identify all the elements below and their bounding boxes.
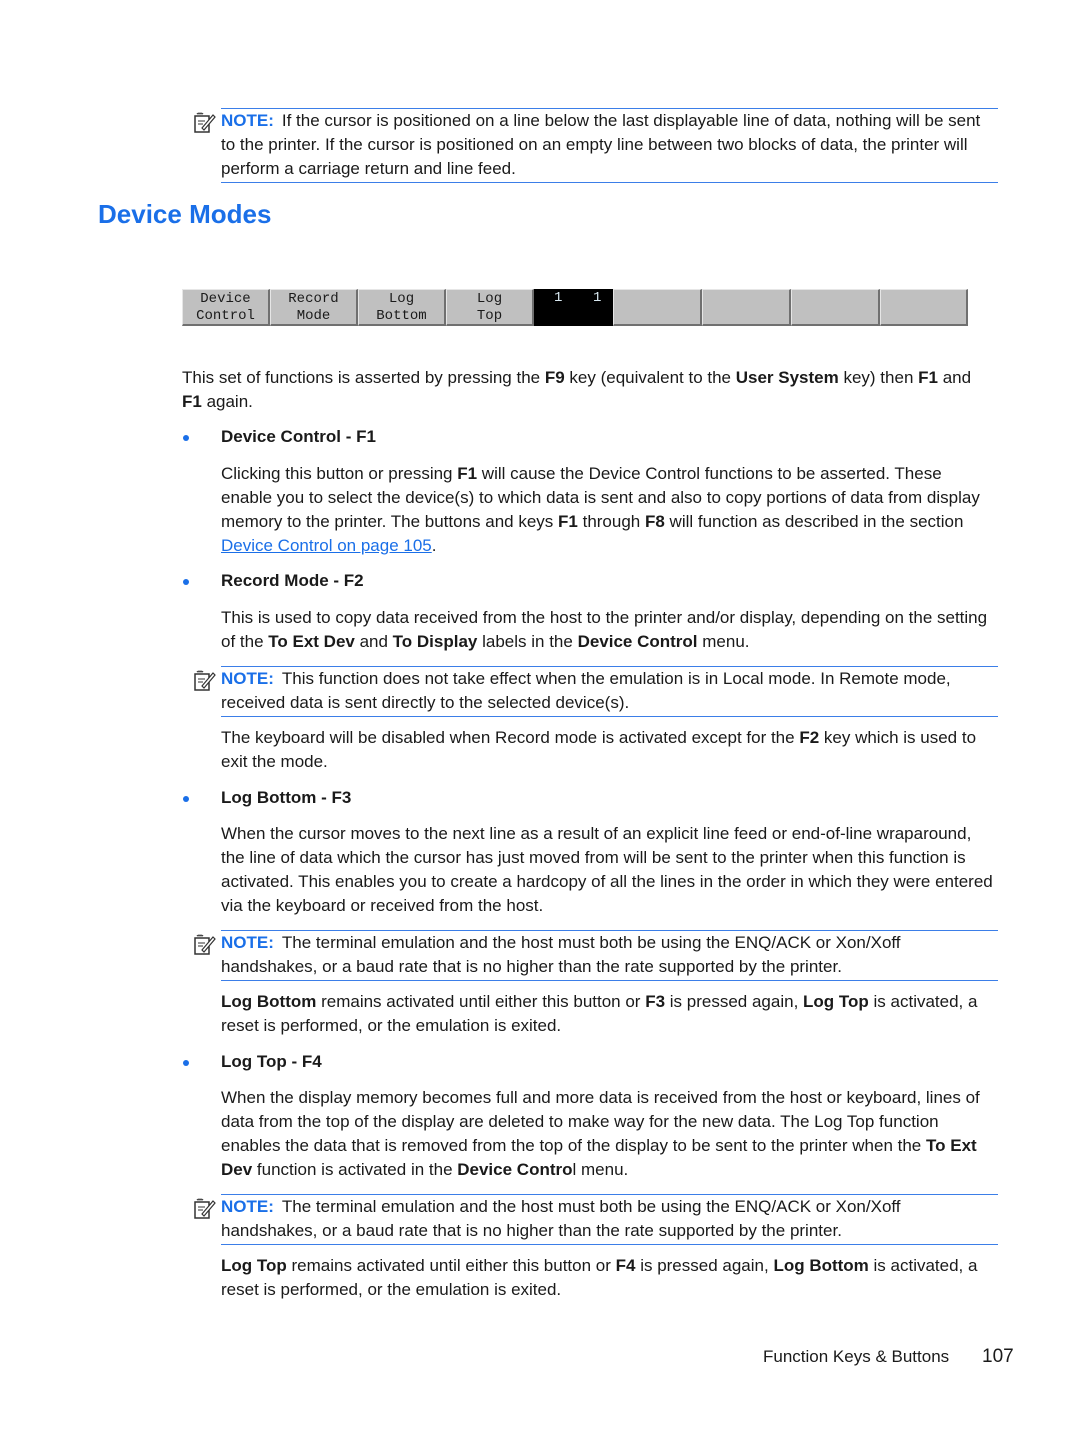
text: will function as described in the sectio… <box>664 512 964 531</box>
fkey-label-line2: Bottom <box>376 308 427 324</box>
bullet-title: Record Mode - F2 <box>221 571 364 590</box>
log-bottom-remains-paragraph: Log Bottom remains activated until eithe… <box>221 990 981 1038</box>
key-f3: F3 <box>645 992 666 1011</box>
fkey-empty-5[interactable] <box>613 289 702 326</box>
text: is pressed again, <box>635 1256 774 1275</box>
bullet-title: Device Control - F1 <box>221 427 376 446</box>
log-top-remains-paragraph: Log Top remains activated until either t… <box>221 1254 981 1302</box>
key-f9: F9 <box>544 368 565 387</box>
note-text: The terminal emulation and the host must… <box>221 933 901 976</box>
fkey-label-line1: Device <box>200 291 251 307</box>
device-control-paragraph: Clicking this button or pressing F1 will… <box>221 462 991 558</box>
menu-device-control: Device Contro <box>457 1160 573 1179</box>
bullet-icon <box>183 796 189 802</box>
key-f4: F4 <box>615 1256 636 1275</box>
status-value-left: 1 <box>554 290 563 306</box>
record-mode-keyboard-paragraph: The keyboard will be disabled when Recor… <box>221 726 1001 774</box>
key-f1: F1 <box>182 392 202 411</box>
intro-paragraph: This set of functions is asserted by pre… <box>182 366 982 414</box>
log-top-paragraph: When the display memory becomes full and… <box>221 1086 996 1182</box>
key-user-system: User System <box>735 368 839 387</box>
text: l menu. <box>572 1160 629 1179</box>
text: menu. <box>697 632 750 651</box>
fkey-label-line2: Control <box>196 308 255 324</box>
fkey-label-line2: Top <box>476 308 503 324</box>
fkey-label-line1: Log <box>388 291 415 307</box>
term-log-top: Log Top <box>221 1256 287 1275</box>
menu-device-control: Device Control <box>577 632 698 651</box>
bullet-icon <box>183 579 189 585</box>
bullet-icon <box>183 435 189 441</box>
fkey-log-bottom[interactable]: Log Bottom <box>358 289 446 326</box>
function-key-bar: Device Control Record Mode Log Bottom Lo… <box>182 289 968 326</box>
text: remains activated until either this butt… <box>286 1256 616 1275</box>
note-pencil-icon <box>194 1198 216 1219</box>
text: When the cursor moves to the next line a… <box>221 824 993 915</box>
footer-section-title: Function Keys & Buttons <box>763 1347 950 1366</box>
note-local-mode: NOTE: This function does not take effect … <box>194 666 998 717</box>
fkey-label-line2: Mode <box>296 308 331 324</box>
note-cursor-position: NOTE: If the cursor is positioned on a li… <box>194 108 998 183</box>
note-pencil-icon <box>194 670 216 691</box>
fkey-empty-6[interactable] <box>702 289 791 326</box>
text: again. <box>201 392 253 411</box>
note-label: NOTE: <box>221 933 274 952</box>
term-log-top: Log Top <box>803 992 869 1011</box>
term-log-bottom: Log Bottom <box>221 992 317 1011</box>
fkey-log-top[interactable]: Log Top <box>446 289 534 326</box>
page-number: 107 <box>982 1346 1014 1367</box>
status-indicator-box: 1 1 <box>534 289 613 326</box>
note-text: The terminal emulation and the host must… <box>221 1197 901 1240</box>
text: labels in the <box>477 632 578 651</box>
text: function is activated in the <box>252 1160 458 1179</box>
text: Clicking this button or pressing <box>221 464 458 483</box>
text: This set of functions is asserted by pre… <box>182 368 545 387</box>
record-mode-paragraph: This is used to copy data received from … <box>221 606 996 654</box>
key-f1: F1 <box>457 464 478 483</box>
fkey-record-mode[interactable]: Record Mode <box>270 289 358 326</box>
text: The keyboard will be disabled when Recor… <box>221 728 800 747</box>
text: through <box>577 512 645 531</box>
key-f1: F1 <box>558 512 578 531</box>
label-to-ext-dev: To Ext Dev <box>268 632 355 651</box>
key-f1: F1 <box>918 368 938 387</box>
bullet-icon <box>183 1060 189 1066</box>
text: key) then <box>838 368 919 387</box>
note-handshake-2: NOTE: The terminal emulation and the host… <box>194 1194 998 1245</box>
text: key (equivalent to the <box>564 368 736 387</box>
bullet-title: Log Bottom - F3 <box>221 788 352 807</box>
status-value-right: 1 <box>593 290 602 306</box>
note-pencil-icon <box>194 112 216 133</box>
text: . <box>431 536 437 555</box>
fkey-empty-7[interactable] <box>791 289 880 326</box>
section-heading: Device Modes <box>98 199 272 229</box>
label-to-display: To Display <box>392 632 478 651</box>
note-text: This function does not take effect when … <box>221 669 951 712</box>
bullet-title: Log Top - F4 <box>221 1052 322 1071</box>
note-pencil-icon <box>194 934 216 955</box>
key-f2: F2 <box>799 728 820 747</box>
log-bottom-paragraph: When the cursor moves to the next line a… <box>221 822 996 918</box>
note-text: If the cursor is positioned on a line be… <box>221 111 981 178</box>
term-log-bottom: Log Bottom <box>773 1256 869 1275</box>
fkey-empty-8[interactable] <box>880 289 968 326</box>
note-label: NOTE: <box>221 111 274 130</box>
fkey-label-line1: Log <box>476 291 503 307</box>
text: When the display memory becomes full and… <box>221 1088 980 1155</box>
note-label: NOTE: <box>221 669 274 688</box>
text: and <box>937 368 972 387</box>
note-handshake-1: NOTE: The terminal emulation and the host… <box>194 930 998 981</box>
device-control-page-link[interactable]: Device Control on page 105 <box>221 536 432 555</box>
text: and <box>354 632 393 651</box>
text: is pressed again, <box>665 992 804 1011</box>
key-f8: F8 <box>644 512 665 531</box>
note-label: NOTE: <box>221 1197 274 1216</box>
fkey-device-control[interactable]: Device Control <box>182 289 270 326</box>
text: remains activated until either this butt… <box>316 992 646 1011</box>
fkey-label-line1: Record <box>288 291 339 307</box>
